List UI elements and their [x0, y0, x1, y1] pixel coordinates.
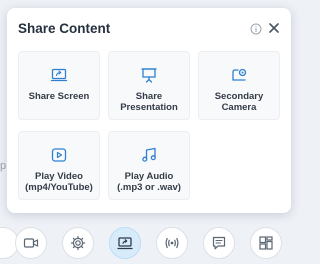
share-content-panel: Share Content Share Screen Share Present…	[7, 8, 291, 213]
broadcast-icon	[165, 237, 179, 249]
chat-icon	[212, 236, 226, 250]
share-content-button[interactable]	[109, 227, 141, 259]
screen-share-icon	[50, 68, 68, 82]
play-video-icon	[51, 148, 67, 162]
gear-icon	[70, 235, 86, 251]
settings-button[interactable]	[62, 227, 94, 259]
share-screen-option[interactable]: Share Screen	[18, 51, 100, 120]
presentation-icon	[141, 68, 157, 83]
play-video-option[interactable]: Play Video (mp4/YouTube)	[18, 131, 100, 200]
video-camera-icon	[23, 238, 39, 248]
layout-button[interactable]	[250, 227, 282, 259]
share-presentation-label: Share Presentation	[120, 91, 178, 113]
info-icon[interactable]	[250, 23, 262, 35]
close-icon[interactable]	[267, 21, 281, 35]
broadcast-button[interactable]	[156, 227, 188, 259]
play-audio-option[interactable]: Play Audio (.mp3 or .wav)	[108, 131, 190, 200]
music-note-icon	[142, 147, 156, 162]
share-screen-icon	[117, 237, 133, 250]
secondary-camera-option[interactable]: Secondary Camera	[198, 51, 280, 120]
play-video-label: Play Video (mp4/YouTube)	[25, 171, 93, 193]
chat-button[interactable]	[203, 227, 235, 259]
share-screen-label: Share Screen	[28, 91, 90, 102]
background-text-fragment: p	[0, 160, 7, 172]
share-presentation-option[interactable]: Share Presentation	[108, 51, 190, 120]
camera-cast-icon	[232, 68, 247, 81]
play-audio-label: Play Audio (.mp3 or .wav)	[117, 171, 181, 193]
layout-icon	[259, 236, 273, 250]
secondary-camera-label: Secondary Camera	[214, 91, 264, 113]
camera-button[interactable]	[15, 227, 47, 259]
panel-title: Share Content	[18, 21, 111, 36]
